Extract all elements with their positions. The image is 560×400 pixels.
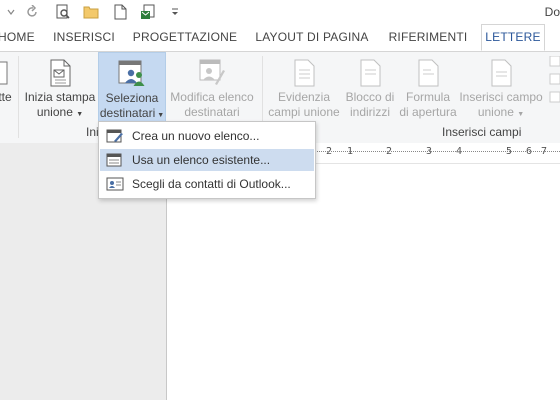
start-mail-merge-label-1: Inizia stampa [24, 90, 96, 104]
select-recipients-label-2: destinatari [99, 106, 156, 120]
address-block-icon [356, 58, 384, 88]
greeting-line-icon [414, 58, 442, 88]
menu-item-outlook-contacts[interactable]: Scegli da contatti di Outlook... [100, 173, 314, 195]
small-rules-icons[interactable] [548, 55, 560, 116]
insert-merge-field-icon [487, 58, 515, 88]
mail-merge-document-icon [46, 58, 74, 88]
address-block-button[interactable]: Blocco di indirizzi [342, 52, 398, 126]
existing-list-icon [106, 153, 124, 167]
select-recipients-menu: Crea un nuovo elenco... Usa un elenco es… [98, 121, 316, 199]
insert-merge-field-label-1: Inserisci campo [459, 90, 543, 104]
highlight-fields-label-2: campi unione [268, 105, 340, 119]
start-mail-merge-label-2: unione [36, 105, 73, 119]
greeting-line-button[interactable]: Formula di apertura [398, 52, 458, 126]
ribbon-tabs: HOME INSERISCI PROGETTAZIONE LAYOUT DI P… [0, 24, 560, 52]
tab-design[interactable]: PROGETTAZIONE [130, 24, 240, 51]
insert-merge-field-button[interactable]: Inserisci campo unione ▼ [458, 52, 544, 126]
edit-recipient-list-label-1: Modifica elenco [170, 90, 254, 104]
redo-icon[interactable] [24, 3, 42, 21]
highlight-merge-fields-button[interactable]: Evidenzia campi unione [266, 52, 342, 126]
menu-item-label: Usa un elenco esistente... [132, 153, 271, 167]
user-name[interactable]: Do [545, 5, 560, 19]
start-mail-merge-button[interactable]: Inizia stampa unione ▼ [22, 52, 98, 126]
partial-label: tte [0, 90, 12, 104]
tab-layout[interactable]: LAYOUT DI PAGINA [252, 24, 372, 51]
group-label-start: Ini [86, 125, 99, 139]
greeting-line-label-1: Formula [405, 90, 450, 104]
highlight-fields-icon [290, 58, 318, 88]
edit-list-icon [198, 58, 226, 88]
select-recipients-button[interactable]: Seleziona destinatari ▼ [98, 52, 166, 122]
save-email-icon[interactable] [140, 3, 158, 21]
greeting-line-label-2: di apertura [399, 105, 457, 119]
select-recipients-label-1: Seleziona [105, 91, 159, 105]
tab-mailings[interactable]: LETTERE [481, 24, 545, 51]
new-document-icon[interactable] [111, 3, 129, 21]
open-folder-icon[interactable] [82, 3, 100, 21]
menu-item-label: Crea un nuovo elenco... [132, 129, 260, 143]
menu-item-existing-list[interactable]: Usa un elenco esistente... [100, 149, 314, 171]
group-separator [18, 56, 19, 138]
partial-envelopes-button[interactable]: tte [0, 52, 16, 126]
new-list-icon [106, 129, 124, 143]
menu-item-label: Scegli da contatti di Outlook... [132, 177, 291, 191]
tab-references[interactable]: RIFERIMENTI [384, 24, 472, 51]
address-block-label-1: Blocco di [345, 90, 395, 104]
chevron-down-icon: ▼ [76, 111, 84, 118]
print-preview-icon[interactable] [54, 3, 72, 21]
chevron-down-icon: ▼ [155, 112, 165, 119]
tab-insert[interactable]: INSERISCI [44, 24, 124, 51]
group-label-insert-fields: Inserisci campi [442, 125, 522, 139]
customize-qat-icon[interactable] [166, 3, 184, 21]
outlook-contacts-icon [106, 177, 124, 191]
chevron-down-icon: ▼ [517, 111, 525, 118]
tab-home[interactable]: HOME [0, 24, 35, 51]
quick-access-toolbar: Do [0, 0, 560, 24]
edit-recipient-list-label-2: destinatari [184, 105, 240, 119]
edit-recipient-list-button[interactable]: Modifica elenco destinatari [166, 52, 258, 126]
undo-dropdown-icon[interactable] [2, 3, 20, 21]
recipients-people-icon [118, 59, 146, 89]
address-block-label-2: indirizzi [349, 105, 390, 119]
insert-merge-field-label-2: unione [477, 105, 514, 119]
document-icon [0, 58, 12, 88]
highlight-fields-label-1: Evidenzia [277, 90, 331, 104]
menu-item-new-list[interactable]: Crea un nuovo elenco... [100, 125, 314, 147]
